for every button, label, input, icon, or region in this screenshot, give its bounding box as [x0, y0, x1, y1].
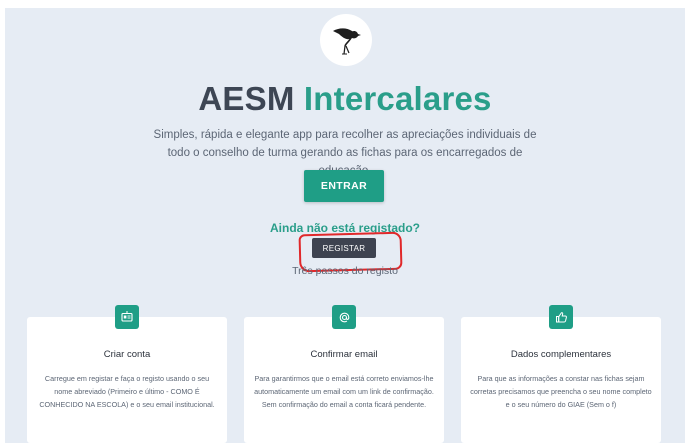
thumbs-up-icon [549, 305, 573, 329]
stork-logo [320, 14, 372, 66]
enter-button[interactable]: ENTRAR [304, 170, 384, 202]
register-button[interactable]: REGISTAR [312, 238, 376, 258]
at-sign-icon [332, 305, 356, 329]
title-accent: Intercalares [303, 80, 492, 117]
step-description: Carregue em registar e faça o registo us… [39, 374, 215, 409]
step-title: Confirmar email [310, 349, 378, 360]
landing-page: AESM Intercalares Simples, rápida e eleg… [5, 8, 685, 443]
step-title: Dados complementares [510, 349, 612, 360]
step-card-confirm-email: Confirmar email Para garantirmos que o e… [244, 317, 444, 443]
step-title: Criar conta [103, 349, 151, 360]
step-description: Para garantirmos que o email está corret… [254, 374, 434, 409]
registration-steps-label: Três passos do registo [292, 265, 398, 277]
title-main: AESM [198, 80, 295, 117]
app-title: AESM Intercalares [5, 80, 685, 118]
step-card-create-account: Criar conta Carregue em registar e faça … [27, 317, 227, 443]
step-card-additional-data: Dados complementares Para que as informa… [461, 317, 661, 443]
id-card-icon [115, 305, 139, 329]
stork-icon [333, 28, 361, 55]
step-description: Para que as informações a constar nas fi… [470, 374, 652, 409]
